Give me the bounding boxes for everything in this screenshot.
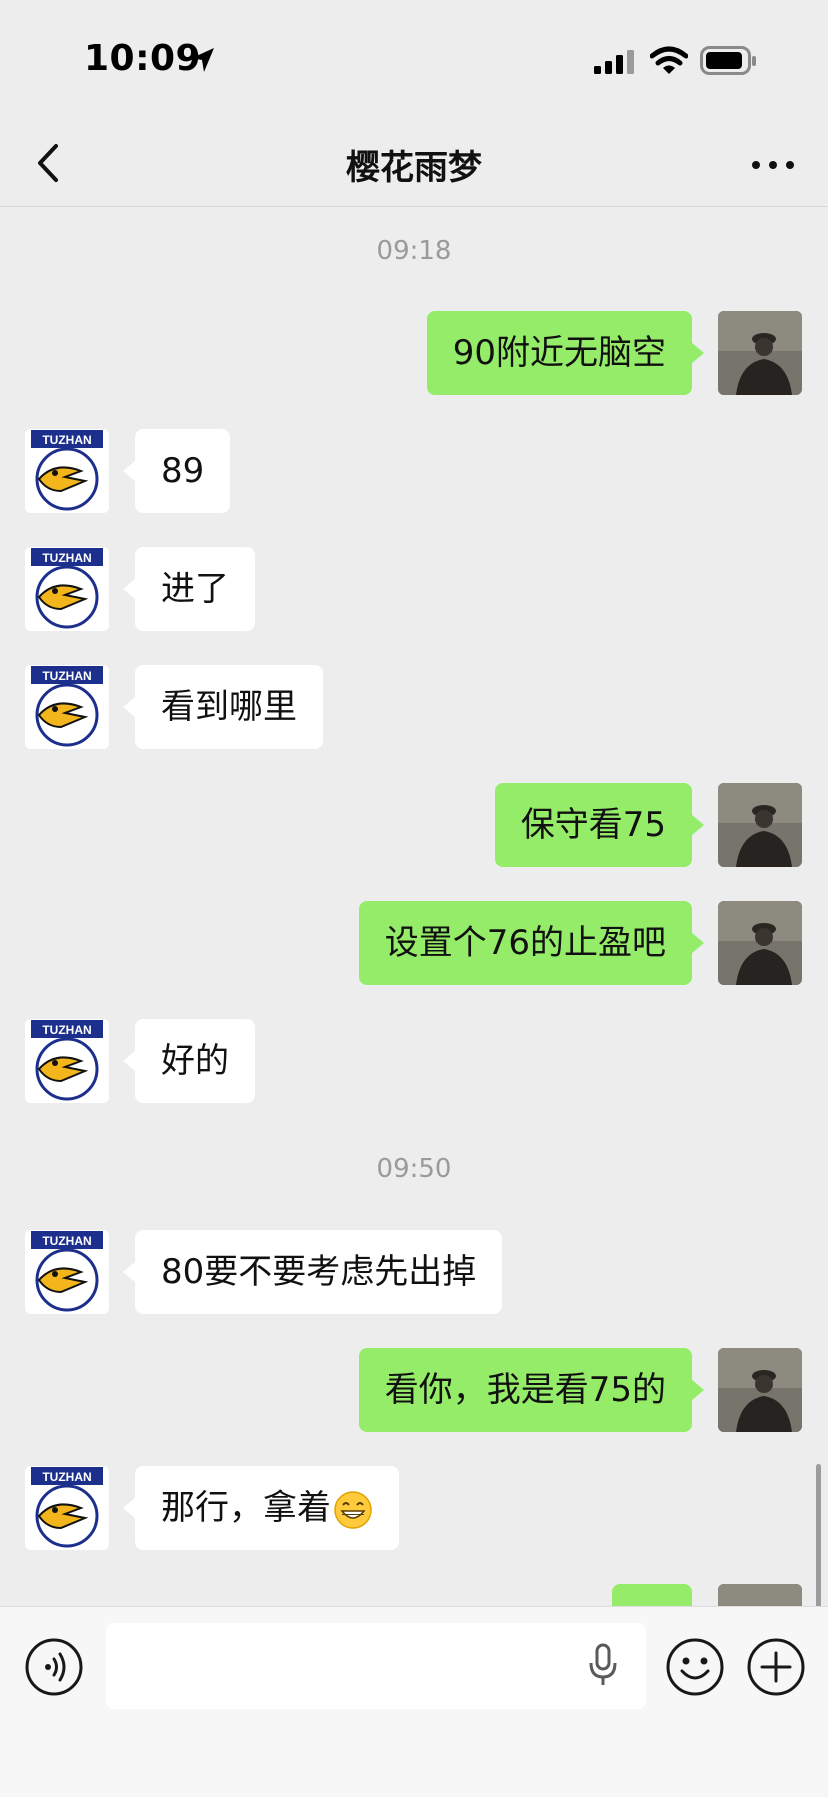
status-time: 10:09 <box>84 38 202 79</box>
person-silhouette-icon <box>718 1584 802 1606</box>
sent-message[interactable]: 看你，我是看75的 <box>358 1348 705 1432</box>
received-message[interactable]: 89 <box>122 429 231 513</box>
chat-title: 樱花雨梦 <box>346 148 482 188</box>
received-message[interactable]: 看到哪里 <box>123 665 323 749</box>
timestamp: 09:18 <box>376 236 452 266</box>
sent-message[interactable]: 90附近无脑空 <box>426 311 705 395</box>
my-avatar[interactable] <box>718 1348 802 1432</box>
voice-icon[interactable] <box>24 1637 84 1697</box>
person-silhouette-icon <box>718 901 802 985</box>
scrollbar[interactable] <box>816 1464 821 1606</box>
signal-icon <box>594 50 634 74</box>
person-silhouette-icon <box>718 311 802 395</box>
chat-header: 樱花雨梦 <box>0 120 828 207</box>
contact-avatar[interactable]: TUZHAN <box>25 547 109 631</box>
contact-avatar[interactable]: TUZHAN <box>25 429 109 513</box>
avatar-logo-text: TUZHAN <box>42 1234 91 1248</box>
input-bar <box>0 1606 828 1797</box>
message-text: 那行，拿着 <box>161 1488 331 1528</box>
person-silhouette-icon <box>718 783 802 867</box>
avatar-logo-text: TUZHAN <box>42 1023 91 1037</box>
emoji-icon[interactable] <box>665 1637 725 1697</box>
plus-icon[interactable] <box>746 1637 806 1697</box>
timestamp: 09:50 <box>376 1154 452 1184</box>
contact-avatar[interactable]: TUZHAN <box>25 1019 109 1103</box>
avatar-logo-text: TUZHAN <box>42 551 91 565</box>
message-input[interactable] <box>106 1623 646 1709</box>
contact-avatar[interactable]: TUZHAN <box>25 665 109 749</box>
grinning-emoji-icon <box>334 1490 372 1529</box>
contact-avatar[interactable]: TUZHAN <box>25 1466 109 1550</box>
received-message[interactable]: 80要不要考虑先出掉 <box>122 1230 503 1314</box>
sent-message-partial[interactable] <box>612 1584 692 1606</box>
mic-icon[interactable] <box>588 1643 618 1687</box>
avatar-logo-text: TUZHAN <box>42 1470 91 1484</box>
received-message[interactable]: 进了 <box>123 547 255 631</box>
location-arrow-icon <box>192 48 214 72</box>
my-avatar[interactable] <box>718 311 802 395</box>
my-avatar[interactable] <box>718 901 802 985</box>
wifi-icon <box>650 46 688 74</box>
my-avatar[interactable] <box>718 783 802 867</box>
received-message[interactable]: 好的 <box>123 1019 255 1103</box>
person-silhouette-icon <box>718 1348 802 1432</box>
more-dots-icon[interactable] <box>748 150 798 180</box>
avatar-logo-text: TUZHAN <box>42 433 91 447</box>
sent-message[interactable]: 保守看75 <box>494 783 705 867</box>
battery-icon <box>700 46 756 75</box>
received-message[interactable]: 那行，拿着 <box>123 1466 399 1550</box>
my-avatar[interactable] <box>718 1584 802 1606</box>
chat-messages[interactable]: 09:18 90附近无脑空 TUZHAN 89 TUZHAN 进了 TUZHAN… <box>0 206 828 1606</box>
sent-message[interactable]: 设置个76的止盈吧 <box>358 901 705 985</box>
contact-avatar[interactable]: TUZHAN <box>25 1230 109 1314</box>
status-bar: 10:09 <box>0 0 828 120</box>
avatar-logo-text: TUZHAN <box>42 669 91 683</box>
